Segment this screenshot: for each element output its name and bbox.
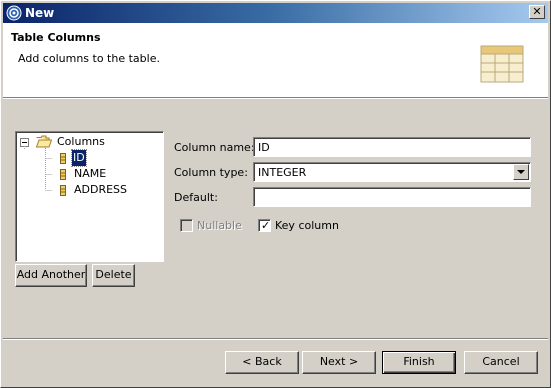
- tree-item-id[interactable]: ID: [60, 149, 160, 167]
- wizard-banner: Table Columns Add columns to the table.: [3, 23, 548, 97]
- column-type-select[interactable]: INTEGER: [253, 162, 531, 182]
- finish-label: Finish: [403, 355, 435, 368]
- window-title: New: [25, 6, 55, 20]
- tree-item-name[interactable]: NAME: [60, 166, 160, 182]
- next-button[interactable]: Next >: [302, 351, 376, 374]
- column-name-label: Column name:: [174, 141, 255, 154]
- key-column-label: Key column: [275, 219, 339, 232]
- eclipse-app-icon: [6, 5, 22, 21]
- default-value-input[interactable]: [253, 187, 531, 207]
- column-name-value: ID: [258, 141, 270, 154]
- nullable-checkbox[interactable]: [180, 219, 193, 232]
- key-column-checkbox[interactable]: ✓: [258, 219, 271, 232]
- column-icon: [60, 185, 66, 196]
- delete-label: Delete: [95, 268, 132, 281]
- close-icon: ✕: [532, 5, 542, 18]
- tree-item-label: ADDRESS: [74, 183, 128, 196]
- page-title: Table Columns: [11, 31, 101, 44]
- tree-connectors: [24, 146, 52, 191]
- column-icon: [60, 169, 66, 180]
- wizard-dialog: New ✕ Table Columns Add columns to the t…: [0, 0, 551, 388]
- back-button[interactable]: < Back: [225, 351, 299, 374]
- columns-tree[interactable]: Columns ID NAME ADDRESS: [15, 131, 164, 262]
- header-separator: [3, 97, 548, 99]
- close-button[interactable]: ✕: [529, 5, 545, 19]
- column-name-input[interactable]: ID: [253, 137, 531, 157]
- tree-item-label: ID: [71, 149, 87, 167]
- title-bar[interactable]: New ✕: [3, 3, 548, 23]
- next-label: Next >: [319, 355, 359, 368]
- page-description: Add columns to the table.: [18, 52, 160, 65]
- default-label: Default:: [174, 191, 218, 204]
- finish-button[interactable]: Finish: [382, 351, 456, 374]
- tree-item-address[interactable]: ADDRESS: [60, 182, 160, 198]
- column-type-label: Column type:: [174, 166, 248, 179]
- column-type-value: INTEGER: [258, 166, 307, 179]
- back-label: < Back: [242, 355, 282, 368]
- nullable-label: Nullable: [197, 219, 242, 232]
- add-another-label: Add Another: [16, 268, 86, 281]
- add-another-button[interactable]: Add Another: [15, 264, 87, 287]
- cancel-button[interactable]: Cancel: [464, 351, 538, 374]
- table-icon: [480, 45, 524, 83]
- cancel-label: Cancel: [482, 355, 520, 368]
- chevron-down-icon[interactable]: [513, 164, 529, 180]
- tree-item-label: NAME: [74, 167, 107, 180]
- tree-root-label: Columns: [57, 135, 105, 148]
- check-icon: ✓: [261, 219, 271, 232]
- footer-separator: [3, 338, 548, 340]
- delete-button[interactable]: Delete: [92, 264, 135, 287]
- column-icon: [60, 153, 66, 164]
